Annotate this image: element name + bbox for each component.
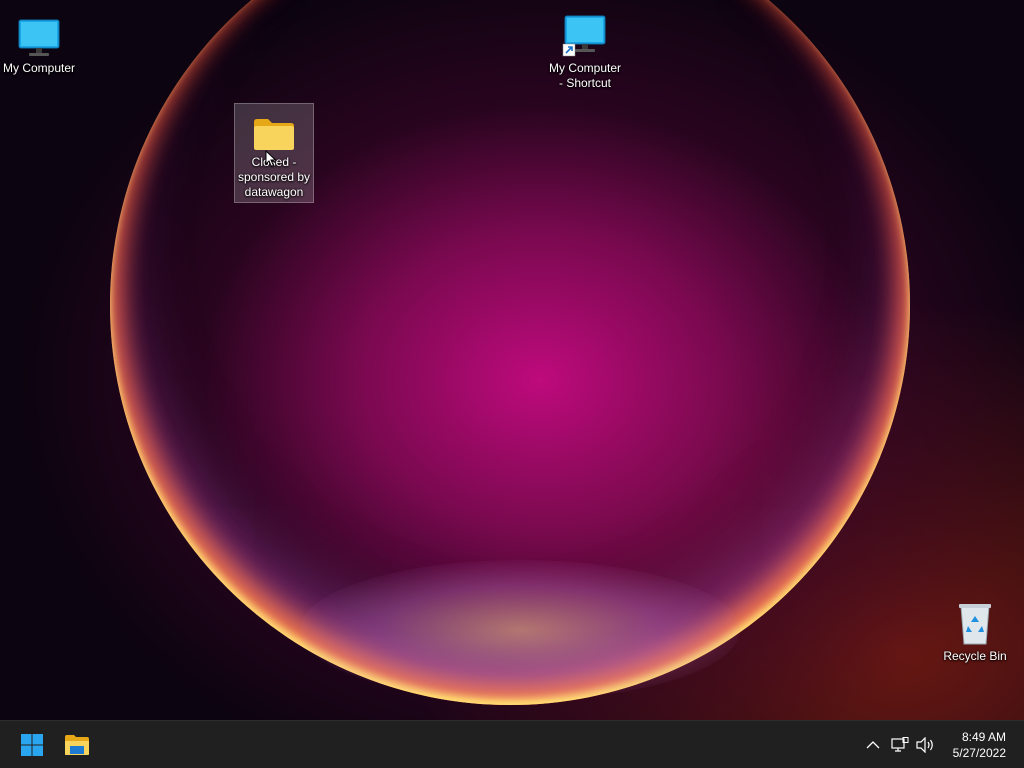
taskbar: 8:49 AM 5/27/2022: [0, 720, 1024, 768]
monitor-shortcut-icon: [546, 10, 624, 58]
chevron-up-icon[interactable]: [863, 735, 883, 755]
desktop-icon-label: Recycle Bin: [943, 649, 1007, 663]
desktop-icon-my-computer[interactable]: My Computer: [0, 10, 78, 76]
recycle-bin-icon: [936, 598, 1014, 646]
mouse-cursor-icon: [265, 149, 277, 173]
desktop-icon-my-computer-shortcut[interactable]: My Computer - Shortcut: [546, 10, 624, 91]
desktop-icon-label: My Computer: [2, 61, 76, 75]
wallpaper-glow: [300, 560, 740, 700]
volume-icon[interactable]: [916, 735, 936, 755]
network-icon[interactable]: [890, 735, 910, 755]
monitor-icon: [0, 10, 78, 58]
windows-start-icon[interactable]: [14, 727, 50, 763]
desktop-wallpaper: [0, 0, 1024, 720]
folder-icon: [235, 104, 313, 152]
file-explorer-icon[interactable]: [59, 727, 95, 763]
clock-time: 8:49 AM: [961, 730, 1006, 744]
desktop-icon-label: My Computer - Shortcut: [548, 61, 622, 90]
desktop-icon-recycle-bin[interactable]: Recycle Bin: [936, 598, 1014, 664]
system-clock[interactable]: 8:49 AM 5/27/2022: [953, 729, 1006, 761]
clock-date: 5/27/2022: [952, 746, 1006, 760]
